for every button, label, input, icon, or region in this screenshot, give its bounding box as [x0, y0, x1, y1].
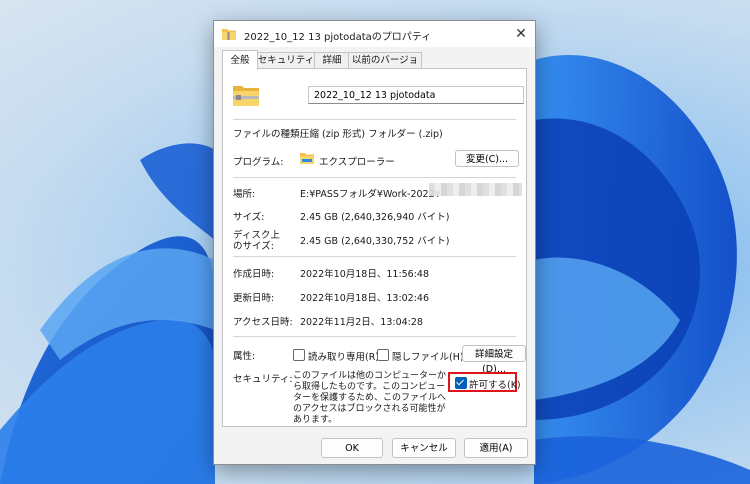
tab-previous-versions[interactable]: 以前のバージョン	[348, 52, 422, 82]
divider	[233, 336, 516, 337]
security-label: セキュリティ:	[233, 374, 293, 385]
unblock-checkbox[interactable]	[455, 377, 467, 389]
cancel-button[interactable]: キャンセル	[392, 438, 456, 458]
location-value: E:¥PASSフォルダ¥Work-2022¥	[300, 189, 441, 200]
properties-dialog: 2022_10_12 13 pjotodataのプロパティ ✕ 全般 セキュリテ…	[213, 20, 536, 465]
unblock-label[interactable]: 許可する(K)	[469, 377, 521, 391]
close-button[interactable]: ✕	[507, 21, 535, 47]
accessed-label: アクセス日時:	[233, 317, 293, 328]
program-value: エクスプローラー	[319, 157, 395, 168]
title-bar[interactable]: 2022_10_12 13 pjotodataのプロパティ ✕	[214, 21, 535, 47]
disk-size-value: 2.45 GB (2,640,330,752 バイト)	[300, 236, 450, 247]
divider	[233, 177, 516, 178]
created-value: 2022年10月18日、11:56:48	[300, 269, 430, 280]
ok-button[interactable]: OK	[321, 438, 383, 458]
tab-general[interactable]: 全般	[222, 50, 258, 70]
apply-button[interactable]: 適用(A)	[464, 438, 528, 458]
advanced-button[interactable]: 詳細設定(D)...	[462, 345, 526, 375]
explorer-icon	[300, 152, 314, 167]
tab-security[interactable]: セキュリティ	[256, 52, 316, 69]
modified-value: 2022年10月18日、13:02:46	[300, 293, 430, 304]
change-button[interactable]: 変更(C)...	[455, 150, 519, 167]
location-label: 場所:	[233, 189, 256, 200]
size-value: 2.45 GB (2,640,326,940 バイト)	[300, 212, 450, 223]
readonly-checkbox[interactable]	[293, 349, 305, 361]
security-warning-text: このファイルは他のコンピューターから取得したものです。このコンピューターを保護す…	[293, 371, 447, 425]
dialog-title: 2022_10_12 13 pjotodataのプロパティ	[244, 32, 432, 43]
zip-folder-icon	[222, 28, 236, 43]
file-name-input[interactable]	[308, 86, 524, 104]
size-label: サイズ:	[233, 212, 265, 223]
hidden-checkbox[interactable]	[377, 349, 389, 361]
program-label: プログラム:	[233, 157, 284, 168]
general-panel: ファイルの種類: 圧縮 (zip 形式) フォルダー (.zip) プログラム:…	[222, 68, 527, 427]
tab-details[interactable]: 詳細	[314, 52, 350, 69]
created-label: 作成日時:	[233, 269, 275, 280]
zip-folder-large-icon	[233, 84, 259, 109]
hidden-label[interactable]: 隠しファイル(H)	[392, 349, 464, 363]
accessed-value: 2022年11月2日、13:04:28	[300, 317, 423, 328]
readonly-label[interactable]: 読み取り専用(R)	[308, 349, 379, 363]
attributes-label: 属性:	[233, 351, 256, 362]
divider	[233, 256, 516, 257]
divider	[233, 119, 516, 120]
disk-size-label-line2: のサイズ:	[233, 241, 274, 252]
redacted-path	[429, 183, 522, 196]
type-label: ファイルの種類:	[233, 129, 303, 140]
modified-label: 更新日時:	[233, 293, 275, 304]
type-value: 圧縮 (zip 形式) フォルダー (.zip)	[300, 129, 443, 140]
